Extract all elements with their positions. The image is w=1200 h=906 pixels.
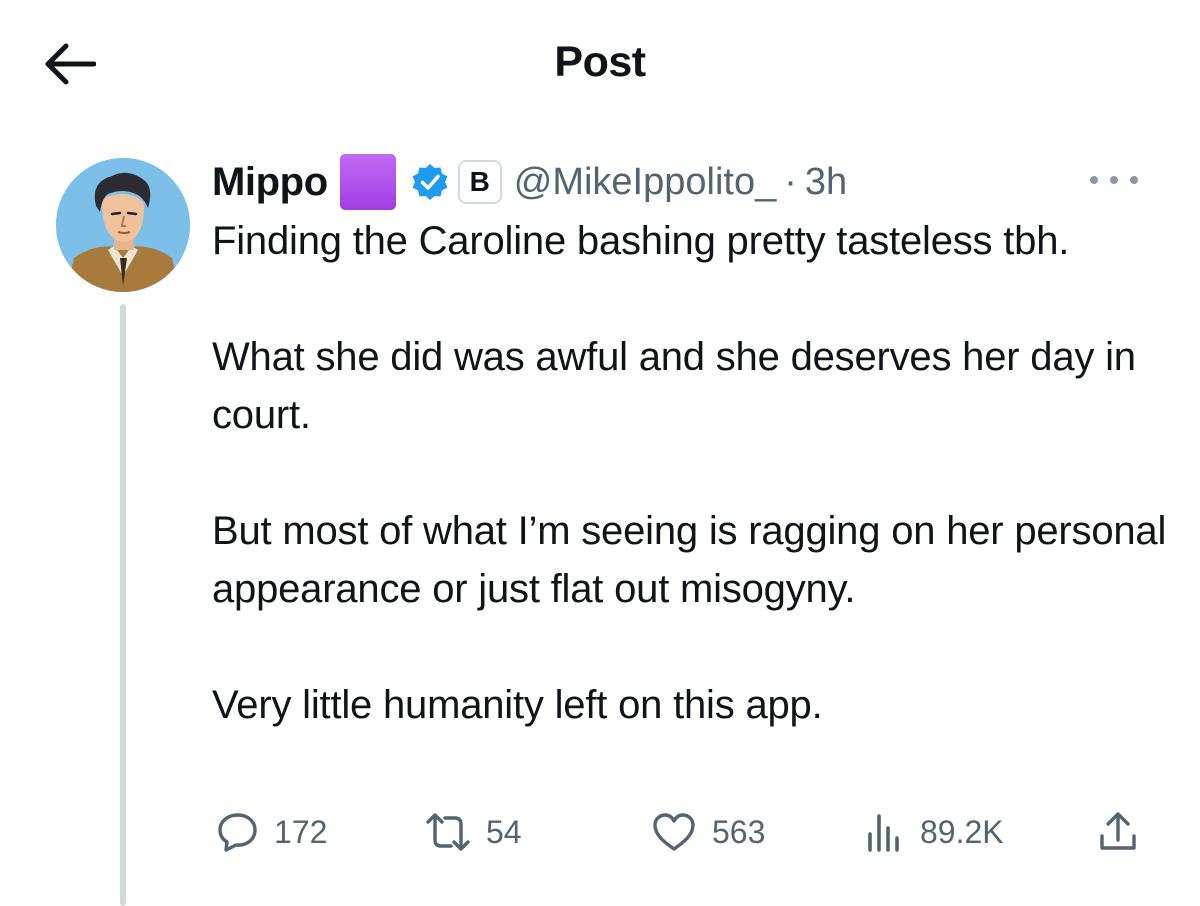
thread-line [120,304,126,906]
post-text: Finding the Caroline bashing pretty tast… [212,212,1172,734]
post-timestamp[interactable]: 3h [805,161,847,204]
repost-count: 54 [486,813,522,850]
views-button[interactable]: 89.2K [862,804,1004,860]
avatar[interactable] [56,158,190,292]
analytics-icon [868,814,899,852]
post-paragraph: What she did was awful and she deserves … [212,335,1136,437]
post-paragraph: Very little humanity left on this app. [212,683,823,727]
post-paragraph: But most of what I’m seeing is ragging o… [212,509,1167,611]
repost-icon [426,813,470,851]
post-paragraph: Finding the Caroline bashing pretty tast… [212,219,1070,263]
reply-button[interactable]: 172 [216,804,327,860]
more-options-button[interactable] [1082,160,1146,200]
action-bar: 172 54 563 89.2K [212,804,1152,860]
affiliate-badge-icon[interactable]: B [457,160,502,204]
more-dot-icon [1090,176,1098,184]
separator-dot: · [784,160,797,203]
view-count: 89.2K [920,813,1004,850]
more-dot-icon [1110,176,1118,184]
avatar-portrait-icon [56,158,190,292]
reply-count: 172 [274,813,328,850]
top-bar: Post [0,0,1200,120]
purple-square-emoji-icon [339,154,396,210]
share-icon [1100,812,1136,850]
like-button[interactable]: 563 [650,804,765,860]
author-handle[interactable]: @MikeIppolito_ [514,161,776,204]
like-count: 563 [712,813,766,850]
more-dot-icon [1130,176,1138,184]
repost-button[interactable]: 54 [424,804,522,860]
heart-icon [653,813,695,851]
share-button[interactable] [1096,804,1140,860]
verified-badge-icon[interactable] [410,162,450,202]
post-author-row: Mippo B @MikeIppolito_ · 3h [212,152,847,212]
page-title: Post [554,38,646,86]
display-name[interactable]: Mippo [212,160,328,205]
reply-icon [218,813,257,852]
